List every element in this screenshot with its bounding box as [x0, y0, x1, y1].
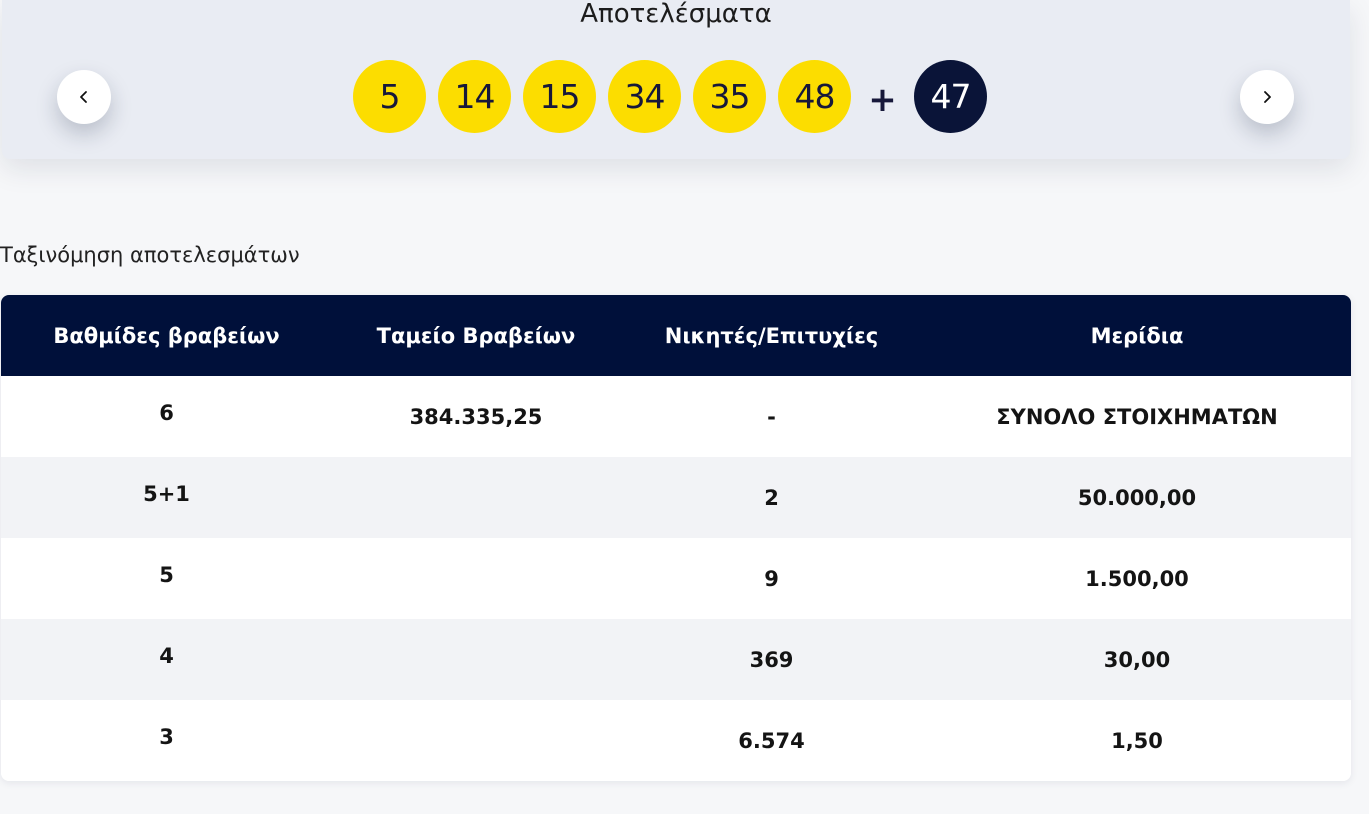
tier-cell: 6: [159, 400, 174, 425]
number-ball: 35: [693, 60, 766, 133]
share-cell: 1,50: [1111, 728, 1163, 753]
winners-cell: 2: [764, 485, 779, 510]
winners-cell: 369: [749, 647, 794, 672]
chevron-left-icon: [80, 91, 87, 103]
table-row: 4 369 30,00: [1, 619, 1351, 700]
tier-cell: 3: [159, 724, 174, 749]
header-shares: Μερίδια: [1090, 323, 1184, 348]
number-ball: 48: [778, 60, 851, 133]
winners-cell: 9: [764, 566, 779, 591]
table-row: 5 9 1.500,00: [1, 538, 1351, 619]
fund-cell: 384.335,25: [409, 404, 543, 429]
next-draw-button[interactable]: [1240, 70, 1294, 124]
prize-table: Βαθμίδες βραβείων Ταμείο Βραβείων Νικητέ…: [1, 295, 1351, 781]
share-cell: 30,00: [1103, 647, 1171, 672]
header-winners: Νικητές/Επιτυχίες: [664, 323, 879, 348]
table-row: 3 6.574 1,50: [1, 700, 1351, 781]
winners-cell: 6.574: [738, 728, 805, 753]
header-prize-fund: Ταμείο Βραβείων: [376, 323, 576, 348]
share-cell: ΣΥΝΟΛΟ ΣΤΟΙΧΗΜΑΤΩΝ: [996, 404, 1278, 429]
number-ball: 5: [353, 60, 426, 133]
plus-sign: +: [868, 79, 897, 120]
share-cell: 1.500,00: [1085, 566, 1189, 591]
chevron-right-icon: [1264, 91, 1271, 103]
tier-cell: 4: [159, 643, 174, 668]
tier-cell: 5+1: [143, 481, 190, 506]
winners-cell: -: [767, 404, 776, 429]
table-row: 5+1 2 50.000,00: [1, 457, 1351, 538]
tier-cell: 5: [159, 562, 174, 587]
table-row: 6 384.335,25 - ΣΥΝΟΛΟ ΣΤΟΙΧΗΜΑΤΩΝ: [1, 376, 1351, 457]
previous-draw-button[interactable]: [57, 70, 111, 124]
share-cell: 50.000,00: [1077, 485, 1197, 510]
sort-results-label[interactable]: Ταξινόμηση αποτελεσμάτων: [0, 243, 300, 267]
winning-numbers: 5 14 15 34 35 48 + 47: [353, 60, 987, 133]
number-ball: 14: [438, 60, 511, 133]
table-header: Βαθμίδες βραβείων Ταμείο Βραβείων Νικητέ…: [1, 295, 1351, 376]
header-prize-tiers: Βαθμίδες βραβείων: [53, 323, 280, 348]
number-ball: 34: [608, 60, 681, 133]
results-title: Αποτελέσματα: [580, 0, 772, 29]
number-ball: 15: [523, 60, 596, 133]
results-panel: Αποτελέσματα 5 14 15 34 35 48 + 47: [2, 0, 1350, 159]
joker-ball: 47: [914, 60, 987, 133]
